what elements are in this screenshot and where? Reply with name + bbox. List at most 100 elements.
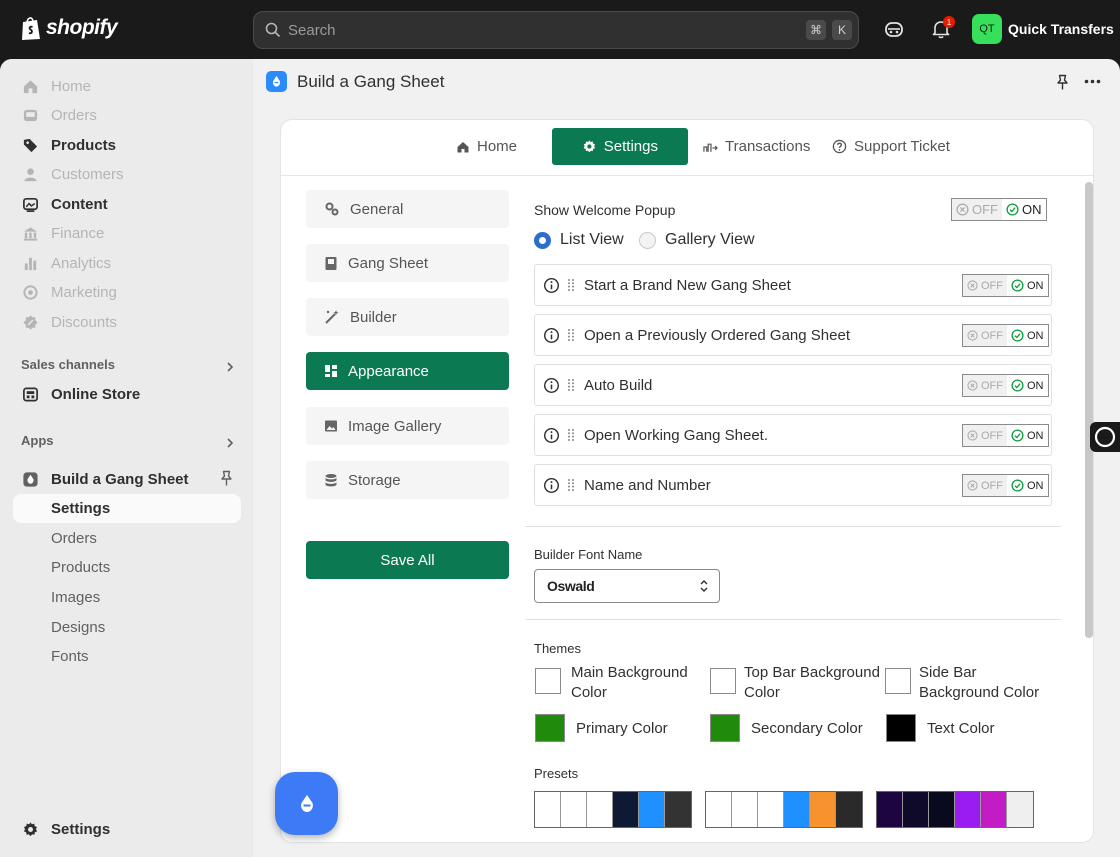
sidebar-subitem-fonts[interactable]: Fonts xyxy=(51,648,89,665)
option-toggle[interactable]: OFF ON xyxy=(962,324,1049,347)
shopify-logo[interactable]: shopify xyxy=(20,15,118,41)
sidebar-subitem-label: Settings xyxy=(51,500,111,517)
drag-handle-icon[interactable] xyxy=(566,478,576,492)
sidebar-subitem-products[interactable]: Products xyxy=(51,559,110,576)
toggle-off: OFF xyxy=(963,475,1007,496)
sidebar-item-settings[interactable]: Settings xyxy=(22,817,110,841)
sidebar-item-marketing[interactable]: Marketing xyxy=(22,280,117,304)
shopify-bag-icon xyxy=(22,17,40,40)
option-toggle[interactable]: OFF ON xyxy=(962,424,1049,447)
sidebar-item-home[interactable]: Home xyxy=(22,74,91,98)
sidebar-item-discounts[interactable]: Discounts xyxy=(22,310,117,334)
welcome-popup-toggle[interactable]: OFF ON xyxy=(951,198,1047,221)
preset-2[interactable] xyxy=(705,791,863,828)
settings-menu-gang-sheet[interactable]: Gang Sheet xyxy=(306,244,509,282)
settings-menu-builder[interactable]: Builder xyxy=(306,298,509,336)
radio-gallery-view[interactable]: Gallery View xyxy=(639,231,755,249)
info-icon[interactable] xyxy=(543,477,560,494)
help-circle-icon xyxy=(832,139,847,154)
tab-settings[interactable]: Settings xyxy=(552,128,688,165)
radio-list-view[interactable]: List View xyxy=(534,231,624,249)
preset-3[interactable] xyxy=(876,791,1034,828)
secondary-color-swatch[interactable] xyxy=(710,714,740,742)
magic-wand-icon xyxy=(325,310,339,324)
scrollbar[interactable] xyxy=(1085,182,1093,638)
sidebar-item-label: Products xyxy=(51,136,117,154)
sidekick-button[interactable] xyxy=(884,19,904,39)
chevron-right-icon[interactable] xyxy=(223,360,237,374)
tab-support-ticket[interactable]: Support Ticket xyxy=(832,128,950,165)
select-arrows-icon xyxy=(700,580,708,592)
info-icon[interactable] xyxy=(543,377,560,394)
side-widget-button[interactable] xyxy=(1090,422,1120,452)
text-color-swatch[interactable] xyxy=(886,714,916,742)
settings-menu-appearance[interactable]: Appearance xyxy=(306,352,509,390)
sidebar-item-label: Customers xyxy=(51,165,124,183)
inbox-icon xyxy=(23,109,38,121)
toggle-on: ON xyxy=(1007,329,1048,342)
tab-home[interactable]: Home xyxy=(456,128,517,165)
on-label: ON xyxy=(1022,202,1042,217)
drag-handle-icon[interactable] xyxy=(566,278,576,292)
check-circle-icon xyxy=(1011,429,1024,442)
settings-menu-general[interactable]: General xyxy=(306,190,509,228)
store-switcher[interactable]: QT Quick Transfers xyxy=(972,14,1114,44)
sidebar-item-build-a-gang-sheet[interactable]: Build a Gang Sheet xyxy=(22,467,189,491)
sidebar-item-online-store[interactable]: Online Store xyxy=(22,382,140,406)
drag-handle-icon[interactable] xyxy=(566,378,576,392)
sidebar-subitem-orders[interactable]: Orders xyxy=(51,530,97,547)
side-bar-background-color-swatch[interactable] xyxy=(885,668,911,694)
chevron-right-icon[interactable] xyxy=(223,436,237,450)
info-icon[interactable] xyxy=(543,427,560,444)
sidebar-item-label: Orders xyxy=(51,106,97,124)
off-label: OFF xyxy=(981,479,1003,492)
divider xyxy=(525,619,1061,620)
radio-label: List View xyxy=(560,231,624,248)
tab-label: Transactions xyxy=(725,138,811,155)
tab-bar: Home Settings Transactions Support Ticke… xyxy=(281,120,1093,176)
pin-icon[interactable] xyxy=(219,470,234,487)
bank-icon xyxy=(23,226,38,241)
option-toggle[interactable]: OFF ON xyxy=(962,474,1049,497)
avatar: QT xyxy=(972,14,1002,44)
apps-heading[interactable]: Apps xyxy=(21,433,54,448)
option-row: Auto Build OFF ON xyxy=(534,364,1052,406)
app-launcher-button[interactable] xyxy=(275,772,338,835)
x-circle-icon xyxy=(967,480,978,491)
sales-channels-heading[interactable]: Sales channels xyxy=(21,357,115,372)
x-circle-icon xyxy=(956,203,969,216)
check-circle-icon xyxy=(1011,329,1024,342)
save-all-button[interactable]: Save All xyxy=(306,541,509,579)
search-bar[interactable]: Search ⌘ K xyxy=(253,11,859,49)
sidebar-item-customers[interactable]: Customers xyxy=(22,162,124,186)
info-icon[interactable] xyxy=(543,277,560,294)
secondary-color-label: Secondary Color xyxy=(751,720,863,737)
option-toggle[interactable]: OFF ON xyxy=(962,274,1049,297)
radio-label: Gallery View xyxy=(665,231,755,248)
off-label: OFF xyxy=(981,279,1003,292)
settings-menu-image-gallery[interactable]: Image Gallery xyxy=(306,407,509,445)
more-actions-icon[interactable] xyxy=(1084,79,1101,84)
sidebar-subitem-images[interactable]: Images xyxy=(51,589,100,606)
option-toggle[interactable]: OFF ON xyxy=(962,374,1049,397)
tab-transactions[interactable]: Transactions xyxy=(703,128,810,165)
preset-1[interactable] xyxy=(534,791,692,828)
sidebar-item-analytics[interactable]: Analytics xyxy=(22,251,111,275)
main-background-color-swatch[interactable] xyxy=(535,668,561,694)
drag-handle-icon[interactable] xyxy=(566,328,576,342)
settings-menu-storage[interactable]: Storage xyxy=(306,461,509,499)
primary-color-swatch[interactable] xyxy=(535,714,565,742)
drag-handle-icon[interactable] xyxy=(566,428,576,442)
info-icon[interactable] xyxy=(543,327,560,344)
toggle-on: ON xyxy=(1007,279,1048,292)
sidebar-item-content[interactable]: Content xyxy=(22,192,108,216)
sidebar-subitem-designs[interactable]: Designs xyxy=(51,619,105,636)
pin-icon[interactable] xyxy=(1055,74,1070,91)
sidebar-subitem-settings[interactable]: Settings xyxy=(13,494,241,523)
font-select[interactable]: Oswald xyxy=(534,569,720,603)
sidebar-item-finance[interactable]: Finance xyxy=(22,221,104,245)
option-row: Name and Number OFF ON xyxy=(534,464,1052,506)
sidebar-item-orders[interactable]: Orders xyxy=(22,103,97,127)
top-bar-background-color-swatch[interactable] xyxy=(710,668,736,694)
sidebar-item-products[interactable]: Products xyxy=(22,133,116,157)
